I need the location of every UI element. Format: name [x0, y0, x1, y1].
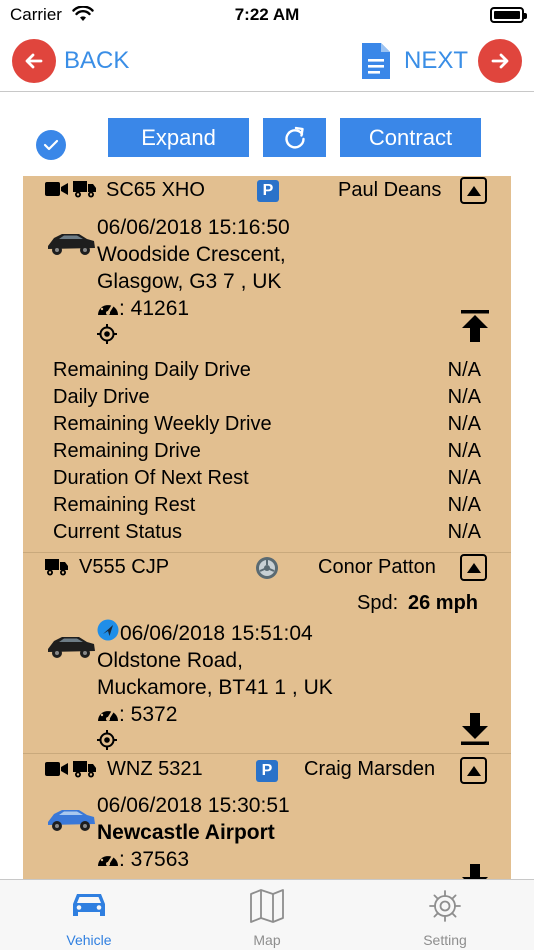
- stat-label: Remaining Daily Drive: [53, 359, 251, 381]
- stat-label: Daily Drive: [53, 386, 150, 408]
- refresh-icon: [284, 126, 305, 148]
- stat-row: Remaining Drive N/A: [53, 438, 481, 465]
- stat-label: Current Status: [53, 521, 182, 543]
- last-update-datetime: 06/06/2018 15:30:51: [97, 794, 290, 817]
- car-icon: [48, 234, 95, 255]
- collapse-details-icon[interactable]: [461, 310, 489, 342]
- collapse-button[interactable]: [460, 554, 487, 581]
- collapse-button[interactable]: [460, 757, 487, 784]
- contract-button[interactable]: Contract: [340, 118, 481, 157]
- speedometer-icon: [98, 853, 118, 866]
- locate-icon: [97, 730, 117, 750]
- stat-value: N/A: [447, 494, 481, 516]
- stat-value: N/A: [447, 521, 481, 543]
- speedometer-icon: [98, 302, 118, 315]
- expand-details-icon[interactable]: [461, 713, 489, 745]
- document-icon: [361, 43, 390, 79]
- vehicle-card[interactable]: V555 CJP Conor Patton Spd: 26 mph 06/06/…: [23, 553, 511, 753]
- stat-value: N/A: [447, 386, 481, 408]
- camera-icon: [45, 182, 68, 196]
- stat-row: Remaining Weekly Drive N/A: [53, 411, 481, 438]
- truck-icon: [45, 559, 68, 576]
- vehicle-registration: V555 CJP: [79, 556, 170, 578]
- speedometer-icon: [98, 708, 118, 721]
- stat-row: Remaining Daily Drive N/A: [53, 357, 481, 384]
- vehicle-card[interactable]: SC65 XHO P Paul Deans 06/06/2018 15:16:5…: [23, 176, 511, 552]
- speed-label: Spd:: [357, 592, 399, 614]
- tab-label: Map: [253, 932, 281, 948]
- back-label: BACK: [64, 47, 130, 74]
- next-label: NEXT: [403, 47, 468, 74]
- stat-row: Daily Drive N/A: [53, 384, 481, 411]
- parking-badge: P: [256, 760, 278, 782]
- status-time: 7:22 AM: [234, 5, 300, 24]
- parking-badge: P: [257, 180, 279, 202]
- stat-value: N/A: [447, 413, 481, 435]
- stat-label: Duration Of Next Rest: [53, 467, 249, 489]
- stat-label: Remaining Drive: [53, 440, 201, 462]
- odometer-reading: : 37563: [119, 848, 190, 871]
- tab-label: Setting: [423, 932, 467, 948]
- stat-label: Remaining Weekly Drive: [53, 413, 272, 435]
- driver-name: Conor Patton: [318, 556, 436, 578]
- tab-vehicle[interactable]: Vehicle: [0, 880, 178, 950]
- car-icon: [73, 894, 105, 916]
- address-line-1: Oldstone Road,: [97, 649, 243, 672]
- address-line-1: Woodside Crescent,: [97, 243, 286, 266]
- locate-icon: [97, 324, 117, 344]
- car-icon: [48, 810, 95, 831]
- address-line-2: Glasgow, G3 7 , UK: [97, 270, 282, 293]
- last-update-datetime: 06/06/2018 15:16:50: [97, 216, 290, 239]
- stat-row: Current Status N/A: [53, 519, 481, 546]
- map-icon: [250, 889, 284, 923]
- nav-bar: BACK NEXT: [0, 30, 534, 92]
- driver-name: Craig Marsden: [304, 758, 436, 780]
- stat-value: N/A: [447, 467, 481, 489]
- vehicle-registration: WNZ 5321: [107, 758, 203, 780]
- stat-label: Remaining Rest: [53, 494, 196, 516]
- heading-arrow-icon: [97, 619, 119, 641]
- checkmark-icon: [43, 139, 59, 151]
- vehicle-card[interactable]: WNZ 5321 P Craig Marsden 06/06/2018 15:3…: [23, 754, 511, 880]
- arrow-right-icon: [478, 39, 522, 83]
- tab-label: Vehicle: [66, 932, 112, 948]
- collapse-button[interactable]: [460, 177, 487, 204]
- battery-icon: [490, 7, 527, 23]
- stat-value: N/A: [447, 359, 481, 381]
- gear-icon: [429, 890, 461, 922]
- location-name: Newcastle Airport: [97, 821, 275, 844]
- next-button[interactable]: NEXT: [360, 38, 522, 84]
- steering-wheel-icon: [256, 557, 278, 579]
- refresh-button[interactable]: [263, 118, 326, 157]
- truck-icon: [73, 181, 96, 198]
- expand-button[interactable]: Expand: [108, 118, 249, 157]
- status-bar: Carrier 7:22 AM: [0, 0, 534, 30]
- triangle-up-icon: [466, 562, 481, 573]
- tab-bar: Vehicle Map Setting: [0, 879, 534, 950]
- select-all-checkbox[interactable]: [36, 130, 66, 160]
- stat-row: Duration Of Next Rest N/A: [53, 465, 481, 492]
- triangle-up-icon: [466, 765, 481, 776]
- vehicle-registration: SC65 XHO: [106, 179, 205, 201]
- vehicle-list[interactable]: SC65 XHO P Paul Deans 06/06/2018 15:16:5…: [23, 176, 511, 880]
- speed-value: 26 mph: [408, 592, 479, 614]
- tab-map[interactable]: Map: [178, 880, 356, 950]
- camera-icon: [45, 762, 68, 776]
- driver-name: Paul Deans: [338, 179, 442, 201]
- car-icon: [48, 637, 95, 658]
- arrow-left-icon: [12, 39, 56, 83]
- stat-row: Remaining Rest N/A: [53, 492, 481, 519]
- truck-icon: [73, 761, 96, 778]
- expand-details-icon[interactable]: [461, 864, 489, 880]
- triangle-up-icon: [466, 185, 481, 196]
- odometer-reading: : 41261: [119, 297, 190, 320]
- odometer-reading: : 5372: [119, 703, 178, 726]
- last-update-datetime: 06/06/2018 15:51:04: [120, 622, 313, 645]
- tab-setting[interactable]: Setting: [356, 880, 534, 950]
- back-button[interactable]: BACK: [12, 38, 129, 84]
- address-line-2: Muckamore, BT41 1 , UK: [97, 676, 333, 699]
- stat-value: N/A: [447, 440, 481, 462]
